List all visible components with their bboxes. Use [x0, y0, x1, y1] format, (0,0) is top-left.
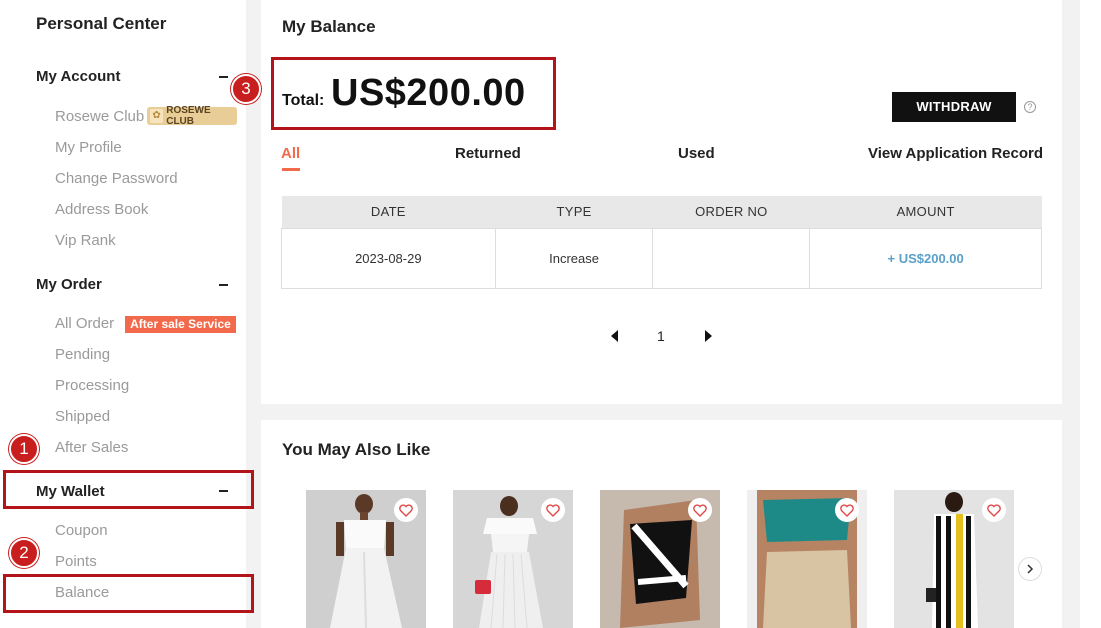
- page-title: My Balance: [282, 17, 376, 36]
- rosewe-club-badge: ✿ ROSEWE CLUB: [147, 105, 237, 127]
- sidebar-item-change-password[interactable]: Change Password: [55, 170, 178, 187]
- sidebar-item-rosewe-club[interactable]: Rosewe Club: [55, 108, 144, 125]
- page-gutter-right: [1080, 0, 1101, 628]
- wishlist-heart-icon[interactable]: [688, 498, 712, 522]
- cell-amount: + US$200.00: [809, 227, 1042, 289]
- sidebar-item-shipped[interactable]: Shipped: [55, 408, 110, 425]
- prev-page-icon[interactable]: [611, 330, 618, 342]
- tab-all[interactable]: All: [281, 145, 300, 162]
- sidebar-title: Personal Center: [36, 14, 167, 33]
- product-card[interactable]: [894, 490, 1014, 628]
- sidebar-item-address-book[interactable]: Address Book: [55, 201, 148, 218]
- wishlist-heart-icon[interactable]: [541, 498, 565, 522]
- wishlist-heart-icon[interactable]: [394, 498, 418, 522]
- collapse-icon[interactable]: [219, 284, 228, 286]
- sidebar-item-points[interactable]: Points: [55, 553, 97, 570]
- sidebar-item-all-order[interactable]: All Order: [55, 315, 114, 332]
- carousel-next-icon[interactable]: [1018, 557, 1042, 581]
- sidebar: Personal Center My Account Rosewe Club ✿…: [16, 0, 246, 628]
- column-header-amount: AMOUNT: [809, 196, 1042, 228]
- table-row: 2023-08-29 Increase + US$200.00: [281, 227, 1042, 289]
- tab-used[interactable]: Used: [678, 145, 715, 162]
- balance-table: DATE TYPE ORDER NO AMOUNT 2023-08-29 Inc…: [281, 196, 1042, 289]
- active-tab-indicator: [282, 168, 300, 171]
- section-my-order[interactable]: My Order: [36, 276, 102, 293]
- tab-view-application-record[interactable]: View Application Record: [868, 145, 1043, 162]
- cell-type: Increase: [494, 227, 654, 289]
- annotation-marker: 3: [231, 74, 261, 104]
- page-gutter-left: [0, 0, 16, 628]
- recommend-title: You May Also Like: [282, 440, 431, 459]
- annotation-marker: 2: [9, 538, 39, 568]
- product-card[interactable]: [600, 490, 720, 628]
- product-card[interactable]: [453, 490, 573, 628]
- wishlist-heart-icon[interactable]: [835, 498, 859, 522]
- sidebar-item-after-sales[interactable]: After Sales: [55, 439, 128, 456]
- cell-order-no: [652, 227, 811, 289]
- section-my-account[interactable]: My Account: [36, 68, 120, 85]
- column-header-order-no: ORDER NO: [652, 196, 810, 228]
- product-card[interactable]: [306, 490, 426, 628]
- club-logo-icon: ✿: [150, 109, 164, 123]
- sidebar-item-my-profile[interactable]: My Profile: [55, 139, 122, 156]
- annotation-highlight-total: [271, 57, 556, 130]
- annotation-highlight-balance: [3, 574, 254, 613]
- wishlist-heart-icon[interactable]: [982, 498, 1006, 522]
- help-icon[interactable]: ?: [1024, 101, 1036, 113]
- sidebar-item-processing[interactable]: Processing: [55, 377, 129, 394]
- withdraw-button[interactable]: WITHDRAW: [892, 92, 1016, 122]
- column-header-type: TYPE: [495, 196, 653, 228]
- after-sale-service-badge: After sale Service: [125, 316, 236, 333]
- column-header-date: DATE: [281, 196, 496, 228]
- club-badge-label: ROSEWE CLUB: [166, 105, 211, 127]
- annotation-highlight-my-wallet: [3, 470, 254, 509]
- product-card[interactable]: [747, 490, 867, 628]
- page-number[interactable]: 1: [657, 328, 665, 344]
- tab-returned[interactable]: Returned: [455, 145, 521, 162]
- next-page-icon[interactable]: [705, 330, 712, 342]
- sidebar-item-coupon[interactable]: Coupon: [55, 522, 108, 539]
- cell-date: 2023-08-29: [281, 227, 496, 289]
- sidebar-item-vip-rank[interactable]: Vip Rank: [55, 232, 116, 249]
- collapse-icon[interactable]: [219, 76, 228, 78]
- annotation-marker: 1: [9, 434, 39, 464]
- sidebar-item-pending[interactable]: Pending: [55, 346, 110, 363]
